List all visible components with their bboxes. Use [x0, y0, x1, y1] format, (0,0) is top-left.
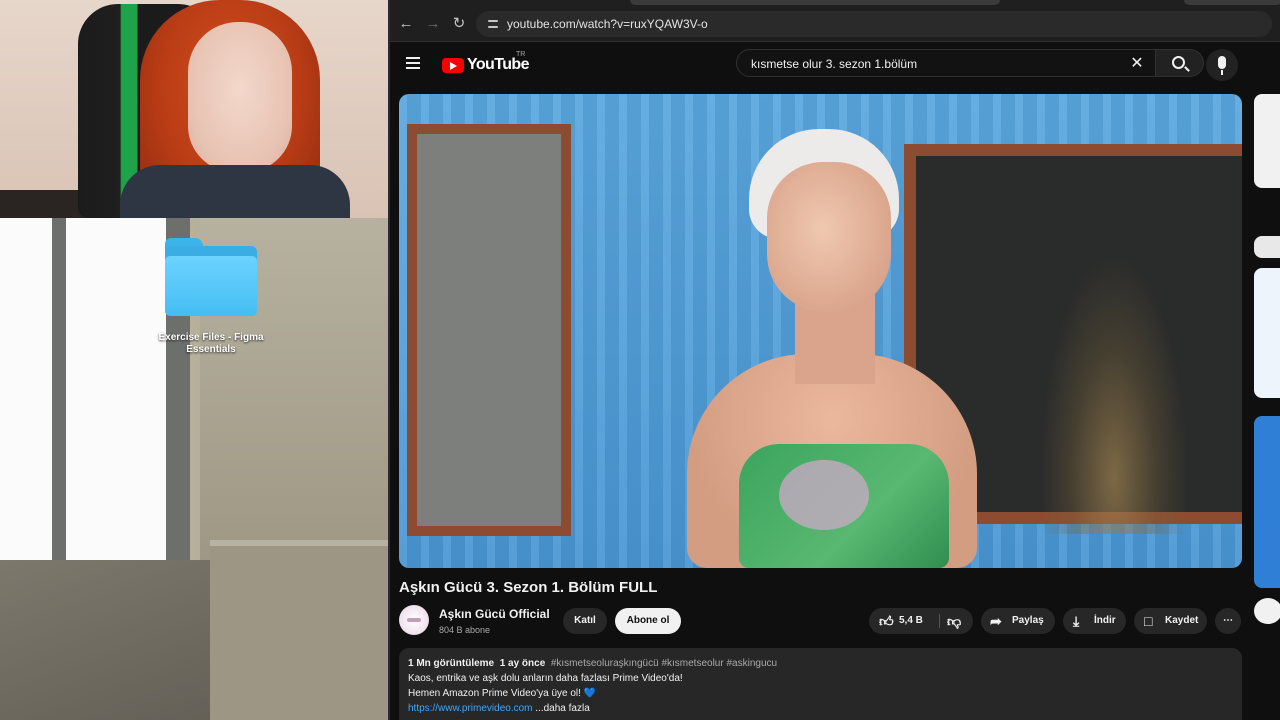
description-line-1: Kaos, entrika ve aşk dolu anların daha f…	[408, 673, 683, 684]
youtube-play-icon	[442, 57, 464, 73]
channel-avatar[interactable]	[399, 605, 429, 635]
desktop-wallpaper-wainscot	[210, 540, 390, 720]
description-line-2-text: Hemen Amazon Prime Video'ya üye ol!	[408, 688, 581, 699]
filter-chip[interactable]	[1254, 236, 1280, 258]
like-dislike-group: 👍︎ 5,4 B 👎︎	[869, 608, 973, 634]
video-scene-host	[669, 124, 1009, 568]
download-label: İndir	[1094, 615, 1116, 626]
save-label: Kaydet	[1165, 615, 1199, 626]
reload-icon[interactable]: ↻	[447, 12, 471, 36]
description-line-3: https://www.primevideo.com ...daha fazla	[408, 703, 590, 714]
folder-label: Exercise Files - Figma Essentials	[158, 332, 264, 355]
subscribe-button[interactable]: Abone ol	[615, 608, 681, 634]
more-dots-icon: ⋯	[1223, 615, 1233, 626]
channel-name[interactable]: Aşkın Gücü Official	[439, 607, 550, 621]
recommendation-thumbnail[interactable]	[1254, 94, 1280, 188]
address-bar: ← → ↻ youtube.com/watch?v=ruxYQAW3V-o	[390, 6, 1280, 42]
search-query: kısmetse olur 3. sezon 1.bölüm	[751, 57, 918, 71]
clear-search-icon[interactable]: ✕	[1127, 54, 1147, 74]
video-title: Aşkın Gücü 3. Sezon 1. Bölüm FULL	[399, 579, 658, 596]
thumbs-up-icon[interactable]: 👍︎	[879, 608, 894, 634]
prime-video-link[interactable]: https://www.primevideo.com	[408, 703, 533, 714]
thumbs-down-icon[interactable]: 👎︎	[947, 608, 961, 634]
back-arrow-icon[interactable]: ←	[394, 12, 418, 36]
webcam-overlay	[0, 0, 388, 218]
site-settings-icon[interactable]	[486, 17, 500, 31]
description-meta: 1 Mn görüntüleme 1 ay önce #kısmetseolur…	[408, 658, 777, 669]
recommendation-thumbnail[interactable]	[1254, 268, 1280, 398]
youtube-header: YouTube TR kısmetse olur 3. sezon 1.bölü…	[390, 43, 1280, 87]
avatar[interactable]	[1254, 598, 1280, 624]
subscriber-count: 804 B abone	[439, 625, 491, 635]
show-more-link[interactable]: ...daha fazla	[535, 703, 589, 714]
download-icon: ⤓	[1073, 613, 1080, 629]
url-text: youtube.com/watch?v=ruxYQAW3V-o	[507, 17, 708, 31]
voice-search-icon[interactable]	[1206, 49, 1238, 81]
browser-window: ← → ↻ youtube.com/watch?v=ruxYQAW3V-o Yo…	[388, 0, 1280, 720]
heart-icon: 💙	[583, 688, 597, 699]
video-player[interactable]	[399, 94, 1242, 568]
view-count: 1 Mn görüntüleme	[408, 658, 495, 669]
share-icon: ➦	[990, 613, 1002, 629]
folder-icon	[165, 236, 257, 316]
description-box[interactable]: 1 Mn görüntüleme 1 ay önce #kısmetseolur…	[399, 648, 1242, 720]
upload-age: 1 ay önce	[499, 658, 546, 669]
recommendation-thumbnail[interactable]	[1254, 416, 1280, 588]
youtube-wordmark: YouTube	[467, 56, 529, 73]
search-input[interactable]: kısmetse olur 3. sezon 1.bölüm ✕	[736, 49, 1156, 77]
search-button[interactable]	[1156, 49, 1204, 77]
save-button[interactable]: □ Kaydet	[1134, 608, 1207, 634]
join-button[interactable]: Katıl	[563, 608, 607, 634]
hashtags[interactable]: #kısmetseoluraşkıngücü #kısmetseolur #as…	[551, 658, 777, 669]
forward-arrow-icon[interactable]: →	[421, 12, 445, 36]
search-icon	[1172, 56, 1185, 69]
bookmark-icon: □	[1144, 613, 1153, 629]
more-options-button[interactable]: ⋯	[1215, 608, 1241, 634]
video-scene-plant	[1039, 254, 1189, 534]
screen: Exercise Files - Figma Essentials ← → ↻ …	[0, 0, 1280, 720]
hamburger-menu-icon[interactable]	[406, 57, 422, 71]
share-button[interactable]: ➦ Paylaş	[981, 608, 1055, 634]
share-label: Paylaş	[1012, 615, 1044, 626]
recommendations-rail	[1254, 94, 1280, 720]
region-code: TR	[516, 51, 526, 58]
desktop-folder[interactable]: Exercise Files - Figma Essentials	[150, 236, 272, 356]
desktop: Exercise Files - Figma Essentials	[0, 0, 390, 720]
youtube-logo[interactable]: YouTube TR	[442, 51, 529, 75]
description-line-2: Hemen Amazon Prime Video'ya üye ol! 💙	[408, 688, 596, 699]
like-count[interactable]: 5,4 B	[899, 608, 923, 634]
url-field[interactable]: youtube.com/watch?v=ruxYQAW3V-o	[476, 11, 1272, 37]
download-button[interactable]: ⤓ İndir	[1063, 608, 1126, 634]
video-scene-window-left	[407, 124, 571, 536]
